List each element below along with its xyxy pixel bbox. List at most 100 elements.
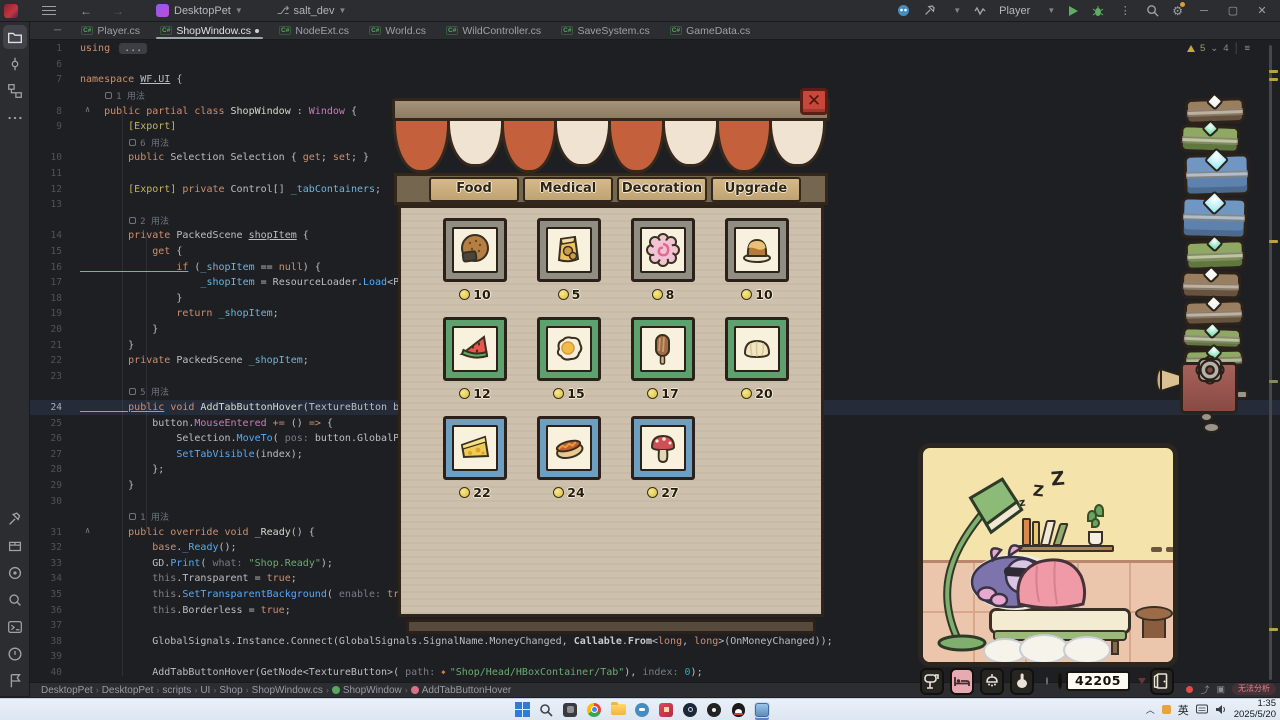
taskbar-chrome-icon[interactable] bbox=[586, 702, 602, 718]
taskbar-photos-icon[interactable] bbox=[562, 702, 578, 718]
chest-green[interactable] bbox=[1184, 239, 1245, 271]
hidden-icons-chevron[interactable]: ︿ bbox=[1146, 703, 1155, 716]
chest-blue[interactable] bbox=[1180, 196, 1247, 240]
shop-item-hot-dog[interactable]: 24 bbox=[522, 416, 616, 515]
run-icon[interactable] bbox=[1068, 5, 1079, 17]
taskbar-windows-icon[interactable] bbox=[514, 702, 530, 718]
godot-plugin-icon[interactable] bbox=[897, 4, 910, 17]
override-marker-icon[interactable]: ∧ bbox=[85, 105, 90, 115]
hide-tabs-icon[interactable]: ─ bbox=[54, 25, 61, 36]
shop-tab-upgrade[interactable]: Upgrade bbox=[711, 177, 801, 202]
taskbar-red-app-icon[interactable] bbox=[658, 702, 674, 718]
shop-item-popsicle[interactable]: 17 bbox=[616, 317, 710, 416]
fold-icon[interactable]: › bbox=[85, 43, 90, 53]
shop-item-cheese[interactable]: 22 bbox=[428, 416, 522, 515]
activity-profiler-icon[interactable] bbox=[3, 561, 27, 585]
clock[interactable]: 1:35 2025/5/20 bbox=[1234, 699, 1276, 720]
chevron-down-icon[interactable]: ▼ bbox=[953, 6, 961, 15]
shield-icon[interactable]: ▣ bbox=[1216, 684, 1225, 695]
machine-knob[interactable] bbox=[1236, 390, 1248, 399]
project-name[interactable]: DesktopPet bbox=[174, 5, 231, 17]
editor-tab-ShopWindow.cs[interactable]: C#ShopWindow.cs bbox=[150, 22, 269, 39]
analysis-status-badge[interactable]: 无法分析 bbox=[1232, 683, 1276, 695]
activity-search-icon[interactable] bbox=[3, 588, 27, 612]
breadcrumb-item[interactable]: DesktopPet bbox=[41, 685, 93, 696]
dropdown-triangle-icon[interactable] bbox=[1138, 678, 1146, 684]
mailbox-button[interactable] bbox=[920, 668, 944, 695]
breadcrumb-item[interactable]: ShopWindow bbox=[332, 685, 402, 696]
share-icon[interactable]: ⤴ bbox=[1200, 683, 1209, 696]
ime-indicator[interactable]: 英 bbox=[1178, 702, 1189, 718]
shop-item-pudding[interactable]: 10 bbox=[710, 218, 804, 317]
activity-commit-icon[interactable] bbox=[3, 52, 27, 76]
pet-room[interactable]: z Z Z bbox=[918, 443, 1178, 667]
taskbar-search-icon[interactable] bbox=[538, 702, 554, 718]
editor-scrollbar[interactable] bbox=[1269, 45, 1272, 680]
editor-tab-GameData.cs[interactable]: C#GameData.cs bbox=[660, 22, 761, 39]
activity-more-icon[interactable] bbox=[3, 106, 27, 130]
activity-terminal-icon[interactable] bbox=[3, 615, 27, 639]
shop-item-onigiri[interactable]: 10 bbox=[428, 218, 522, 317]
settings-gear-icon[interactable]: ⚙ bbox=[1172, 4, 1183, 18]
activity-problems-icon[interactable] bbox=[3, 642, 27, 666]
breadcrumb-item[interactable]: Shop bbox=[219, 685, 242, 696]
branch-widget[interactable]: ⎇ salt_dev ▼ bbox=[277, 4, 347, 17]
build-hammer-icon[interactable] bbox=[923, 4, 936, 17]
shop-tab-decoration[interactable]: Decoration bbox=[617, 177, 707, 202]
activity-packages-icon[interactable] bbox=[3, 534, 27, 558]
run-config-name[interactable]: Player bbox=[999, 5, 1030, 17]
search-icon[interactable] bbox=[1146, 4, 1159, 17]
hand-button[interactable] bbox=[1010, 668, 1034, 695]
debug-icon[interactable] bbox=[1092, 5, 1104, 17]
speaker-icon[interactable] bbox=[1215, 704, 1227, 715]
taskbar-music-icon[interactable] bbox=[706, 702, 722, 718]
sleeping-pet[interactable] bbox=[957, 530, 1097, 620]
tiny-toggle[interactable] bbox=[1046, 677, 1048, 685]
minimize-icon[interactable]: ─ bbox=[1196, 5, 1212, 17]
shop-item-watermelon[interactable]: 12 bbox=[428, 317, 522, 416]
activity-notifications-icon[interactable] bbox=[3, 669, 27, 693]
shop-item-fried-egg[interactable]: 15 bbox=[522, 317, 616, 416]
forward-icon[interactable]: → bbox=[112, 4, 124, 18]
chest-brown[interactable] bbox=[1185, 97, 1246, 125]
back-icon[interactable]: ← bbox=[80, 4, 92, 18]
taskbar-steam-icon[interactable] bbox=[682, 702, 698, 718]
shop-tab-food[interactable]: Food bbox=[429, 177, 519, 202]
taskbar-godot-icon[interactable] bbox=[634, 702, 650, 718]
tray-app-icon[interactable] bbox=[1162, 705, 1171, 714]
shop-item-naruto-roll[interactable]: 8 bbox=[616, 218, 710, 317]
editor-tab-NodeExt.cs[interactable]: C#NodeExt.cs bbox=[269, 22, 359, 39]
machine-knob[interactable] bbox=[1200, 412, 1213, 422]
shop-item-cookie-bag[interactable]: 5 bbox=[522, 218, 616, 317]
editor-tab-Player.cs[interactable]: C#Player.cs bbox=[71, 22, 150, 39]
breadcrumb-item[interactable]: AddTabButtonHover bbox=[411, 685, 512, 696]
breadcrumb-item[interactable]: ShopWindow.cs bbox=[252, 685, 323, 696]
more-actions-icon[interactable]: ⋮ bbox=[1117, 4, 1133, 17]
taskbar-explorer-icon[interactable] bbox=[610, 702, 626, 718]
chest-blue[interactable] bbox=[1183, 153, 1250, 197]
main-menu-icon[interactable] bbox=[42, 6, 56, 15]
editor-tab-World.cs[interactable]: C#World.cs bbox=[359, 22, 436, 39]
lamp-button[interactable] bbox=[980, 668, 1004, 695]
breadcrumb-item[interactable]: DesktopPet bbox=[102, 685, 154, 696]
chest-green[interactable] bbox=[1180, 124, 1241, 154]
shop-item-bun[interactable]: 20 bbox=[710, 317, 804, 416]
touch-keyboard-icon[interactable] bbox=[1196, 704, 1208, 715]
shop-close-button[interactable]: ✕ bbox=[800, 88, 828, 115]
activity-build-icon[interactable] bbox=[3, 507, 27, 531]
taskbar-qq-icon[interactable] bbox=[730, 702, 746, 718]
activity-structure-icon[interactable] bbox=[3, 79, 27, 103]
inspection-menu-icon[interactable]: ≡ bbox=[1244, 43, 1250, 54]
taskbar-pet-app-icon[interactable] bbox=[754, 702, 770, 718]
close-window-icon[interactable]: ✕ bbox=[1254, 4, 1270, 17]
shop-tab-medical[interactable]: Medical bbox=[523, 177, 613, 202]
breadcrumb-item[interactable]: UI bbox=[200, 685, 210, 696]
bed-button[interactable] bbox=[950, 668, 974, 695]
maximize-icon[interactable]: ▢ bbox=[1225, 4, 1241, 17]
editor-tab-WildController.cs[interactable]: C#WildController.cs bbox=[436, 22, 551, 39]
machine-knob[interactable] bbox=[1203, 422, 1220, 433]
override-marker-icon[interactable]: ∧ bbox=[85, 526, 90, 536]
breadcrumb-item[interactable]: scripts bbox=[162, 685, 191, 696]
shop-item-mushroom[interactable]: 27 bbox=[616, 416, 710, 515]
activity-folder-icon[interactable] bbox=[3, 25, 27, 49]
